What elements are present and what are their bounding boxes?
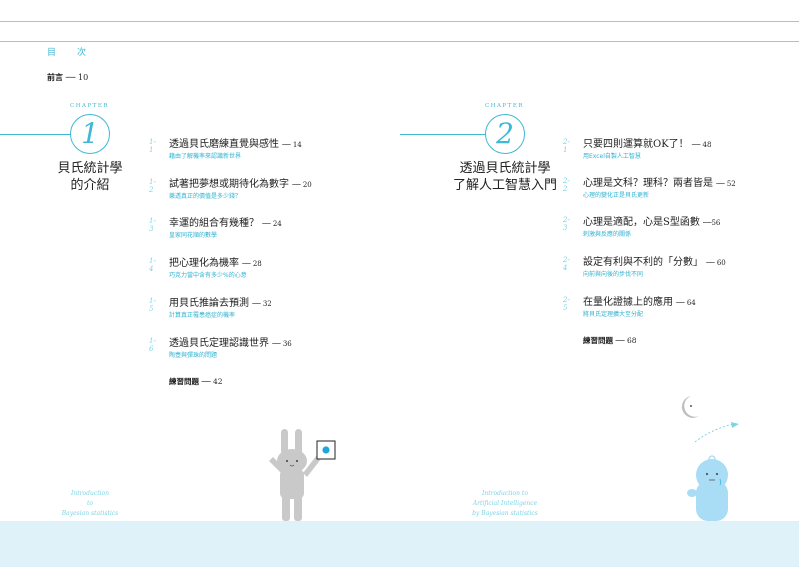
practice-page: ── 68: [615, 336, 637, 345]
item-title: 只要四則運算就OK了！ ── 48: [583, 139, 712, 150]
practice-label: 練習問題: [169, 377, 199, 386]
item-number: 1-6: [149, 337, 156, 353]
blue-character-illustration: [687, 455, 728, 521]
item-number: 2-2: [563, 177, 570, 193]
item-title: 在量化證據上的應用 ── 64: [583, 297, 696, 308]
top-rule: [0, 21, 799, 22]
chapter-1-title-line: 貝氏統計學: [57, 161, 123, 176]
item-title: 心理是適配，心是S型函數 ──56: [583, 217, 721, 228]
chapter-1-rule: [0, 134, 70, 135]
item-page: ── 24: [262, 220, 282, 228]
item-subtitle: 將貝氏定理擴大至分配: [583, 311, 644, 318]
item-title: 透過貝氏定理認識世界 ── 36: [169, 338, 292, 349]
toc-heading: 目 次: [47, 48, 93, 58]
footer-band: [0, 521, 799, 567]
chapter-2-label: CHAPTER: [485, 103, 525, 109]
item-subtitle: 藉由了解機率來認識新世界: [169, 153, 242, 160]
practice-entry-2[interactable]: 練習問題 ── 68: [583, 335, 637, 346]
item-page: ── 48: [691, 141, 712, 149]
practice-entry-1[interactable]: 練習問題 ── 42: [169, 376, 223, 387]
item-subtitle: 計算真正罹患癌症的機率: [169, 312, 236, 319]
chapter-1-title: 貝氏統計學 的介紹: [40, 160, 140, 194]
chapter-2-circle: 2: [485, 114, 525, 154]
item-title: 設定有利與不利的「分數」 ── 60: [583, 257, 726, 268]
chapter-2-rule: [400, 134, 485, 135]
item-page: ── 14: [282, 141, 302, 149]
item-title: 試著把夢想或期待化為數字 ── 20: [169, 179, 312, 190]
item-subtitle: 向前與向後的步伐不同: [583, 271, 644, 278]
chapter-1-english: Introduction to Bayesian statistics: [61, 490, 119, 517]
item-title: 透過貝氏磨練直覺與感性 ── 14: [169, 139, 302, 150]
rabbit-illustration: [269, 429, 336, 521]
item-page: ── 28: [242, 260, 262, 268]
item-page: ── 60: [706, 259, 726, 267]
item-title: 心理是文科？理科？兩者皆是 ── 52: [583, 178, 736, 189]
chapter-1-label: CHAPTER: [70, 103, 110, 109]
item-number: 1-3: [149, 217, 156, 233]
preface-page: ── 10: [65, 73, 89, 82]
item-page: ── 20: [292, 181, 312, 189]
chapter-2-number: 2: [496, 117, 514, 150]
chapter-2-title-line: 透過貝氏統計學: [459, 161, 551, 176]
item-number: 1-5: [149, 297, 156, 313]
item-subtitle: 巧克力當中含有多少%的心意: [169, 272, 247, 279]
item-title: 把心理化為機率 ── 28: [169, 258, 262, 269]
item-subtitle: 用Excel自製人工智慧: [583, 153, 641, 160]
chapter-1-circle: 1: [70, 114, 110, 154]
item-subtitle: 樂透真正的價值是多少錢？: [169, 193, 242, 200]
practice-label: 練習問題: [583, 336, 613, 345]
item-title: 幸運的組合有幾種？ ── 24: [169, 218, 282, 229]
practice-page: ── 42: [201, 377, 223, 386]
item-subtitle: 陶壺與彈珠的問題: [169, 352, 218, 359]
item-title: 用貝氏推論去預測 ── 32: [169, 298, 272, 309]
item-number: 2-1: [563, 138, 570, 154]
item-page: ── 36: [272, 340, 292, 348]
item-subtitle: 刺激與反應的關係: [583, 231, 632, 238]
item-number: 2-5: [563, 296, 570, 312]
item-number: 2-4: [563, 256, 570, 272]
item-number: 2-3: [563, 216, 570, 232]
preface-label: 前言: [47, 73, 63, 82]
item-page: ── 32: [252, 300, 272, 308]
item-subtitle: 心理的變化正是貝氏更新: [583, 192, 650, 199]
chapter-2-title: 透過貝氏統計學 了解人工智慧入門: [440, 160, 570, 194]
item-number: 1-2: [149, 178, 156, 194]
chapter-2-english: Introduction to Artificial Intelligence …: [472, 490, 538, 517]
chapter-1-number: 1: [81, 117, 99, 150]
item-subtitle: 皇家同花順的數學: [169, 232, 218, 239]
item-page: ──56: [703, 219, 721, 227]
preface-entry: 前言 ── 10: [47, 72, 88, 83]
chapter-1-title-line: 的介紹: [70, 178, 110, 193]
item-page: ── 64: [676, 299, 696, 307]
top-rule-2: [0, 41, 799, 42]
item-page: ── 52: [716, 180, 736, 188]
item-number: 1-4: [149, 257, 156, 273]
item-number: 1-1: [149, 138, 156, 154]
chapter-2-title-line: 了解人工智慧入門: [452, 178, 557, 193]
moon-illustration: [681, 396, 739, 443]
